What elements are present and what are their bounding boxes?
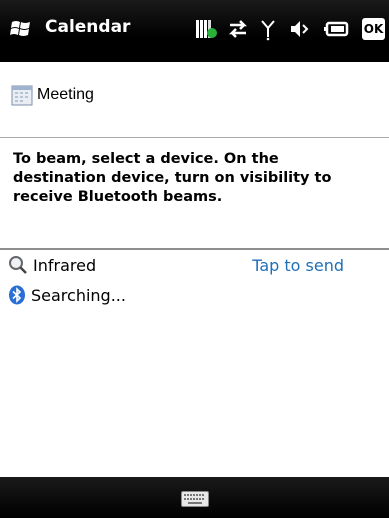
device-bluetooth[interactable]: Searching... bbox=[8, 283, 378, 307]
tap-to-send-link[interactable]: Tap to send bbox=[252, 256, 344, 275]
menu-bar bbox=[0, 477, 389, 518]
volume-icon[interactable] bbox=[288, 17, 310, 41]
title-bar: Calendar OK bbox=[0, 0, 389, 62]
divider bbox=[0, 137, 389, 138]
battery-icon[interactable] bbox=[323, 17, 349, 41]
search-icon bbox=[9, 256, 27, 274]
item-name: Meeting bbox=[37, 86, 94, 103]
divider bbox=[0, 248, 389, 250]
signal-strength-icon[interactable] bbox=[195, 17, 219, 41]
data-connection-icon[interactable] bbox=[226, 17, 250, 41]
app-title: Calendar bbox=[45, 17, 131, 37]
device-label: Searching... bbox=[31, 285, 126, 305]
bluetooth-icon bbox=[9, 285, 25, 305]
calendar-icon bbox=[11, 85, 33, 106]
windows-start-icon[interactable] bbox=[10, 18, 32, 40]
keyboard-icon[interactable] bbox=[181, 491, 209, 507]
device-label: Infrared bbox=[33, 255, 97, 275]
antenna-icon[interactable] bbox=[260, 17, 276, 41]
instructions-text: To beam, select a device. On the destina… bbox=[13, 151, 332, 205]
ok-button[interactable]: OK bbox=[362, 18, 385, 40]
beam-item: Meeting bbox=[10, 80, 94, 110]
